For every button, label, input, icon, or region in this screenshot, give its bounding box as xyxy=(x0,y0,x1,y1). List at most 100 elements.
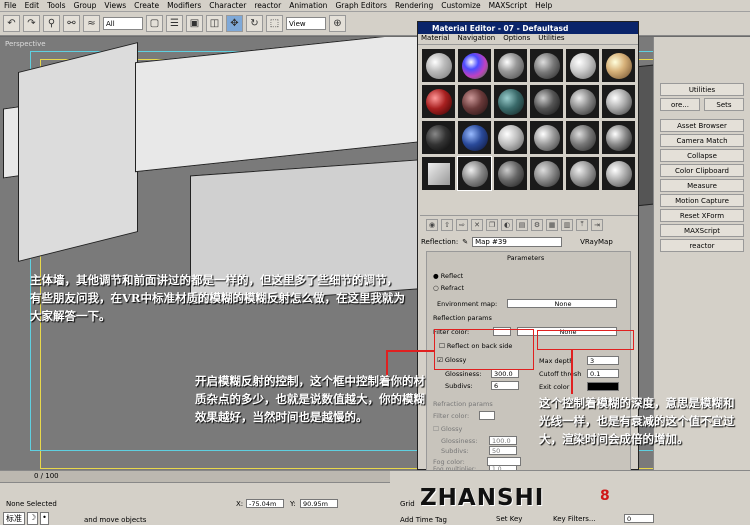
undo-icon[interactable]: ↶ xyxy=(3,15,20,32)
select-scale-icon[interactable]: ⬚ xyxy=(266,15,283,32)
menu-tools[interactable]: Tools xyxy=(43,1,69,10)
redo-icon[interactable]: ↷ xyxy=(23,15,40,32)
menu-file[interactable]: File xyxy=(0,1,21,10)
sample-slot[interactable] xyxy=(494,85,527,118)
sample-slot[interactable] xyxy=(422,85,455,118)
x-coord-field[interactable]: -75.04m xyxy=(246,499,284,508)
show-end-result-icon[interactable]: ▥ xyxy=(561,218,573,231)
pivot-icon[interactable]: ⊕ xyxy=(329,15,346,32)
link-icon[interactable]: ⚲ xyxy=(43,15,60,32)
add-time-tag[interactable]: Add Time Tag xyxy=(400,516,447,524)
reference-coord-dropdown[interactable]: View xyxy=(286,17,326,30)
map-name-field[interactable]: Map #39 xyxy=(472,237,563,247)
subdivs2-input[interactable]: 50 xyxy=(489,446,517,455)
refract-radio[interactable]: ○ Refract xyxy=(433,284,464,292)
glossiness-input[interactable]: 300.0 xyxy=(491,369,519,378)
bind-space-warp-icon[interactable]: ≈ xyxy=(83,15,100,32)
subdivs-input[interactable]: 6 xyxy=(491,381,519,390)
sample-slot[interactable] xyxy=(494,49,527,82)
menu-customize[interactable]: Customize xyxy=(437,1,484,10)
max-depth-input[interactable]: 3 xyxy=(587,356,619,365)
go-forward-sibling-icon[interactable]: ⇥ xyxy=(591,218,603,231)
sample-slot[interactable] xyxy=(602,49,635,82)
sample-slot[interactable] xyxy=(530,85,563,118)
reset-map-icon[interactable]: ✕ xyxy=(471,218,483,231)
key-filters-button[interactable]: Key Filters... xyxy=(553,515,596,523)
menu-edit[interactable]: Edit xyxy=(21,1,44,10)
rect-selection-icon[interactable]: ▣ xyxy=(186,15,203,32)
current-frame-field[interactable]: 0 xyxy=(624,514,654,523)
select-by-name-icon[interactable]: ☰ xyxy=(166,15,183,32)
rollout-title[interactable]: Parameters xyxy=(507,254,544,262)
set-key-button[interactable]: Set Key xyxy=(496,515,522,523)
env-map-button[interactable]: None xyxy=(507,299,617,308)
material-editor-title[interactable]: Material Editor - 07 - Default asd xyxy=(418,22,638,34)
sample-slot[interactable] xyxy=(530,49,563,82)
me-menu-material[interactable]: Material xyxy=(421,34,449,44)
menu-help[interactable]: Help xyxy=(531,1,556,10)
reflect-radio[interactable]: ● Reflect xyxy=(433,272,463,280)
sample-slot[interactable] xyxy=(602,157,635,190)
sample-slot[interactable] xyxy=(422,121,455,154)
menu-group[interactable]: Group xyxy=(70,1,101,10)
utilities-tab[interactable]: Utilities xyxy=(660,83,744,96)
map-type-button[interactable]: VRayMap xyxy=(580,238,613,246)
cutoff-input[interactable]: 0.1 xyxy=(587,369,619,378)
sample-slot[interactable] xyxy=(566,157,599,190)
sample-slot[interactable] xyxy=(458,85,491,118)
select-rotate-icon[interactable]: ↻ xyxy=(246,15,263,32)
select-object-icon[interactable]: ▢ xyxy=(146,15,163,32)
camera-match-button[interactable]: Camera Match xyxy=(660,134,744,147)
filter-color2-swatch[interactable] xyxy=(479,411,495,420)
collapse-button[interactable]: Collapse xyxy=(660,149,744,162)
window-crossing-icon[interactable]: ◫ xyxy=(206,15,223,32)
measure-button[interactable]: Measure xyxy=(660,179,744,192)
make-unique-icon[interactable]: ◐ xyxy=(501,218,513,231)
unlink-icon[interactable]: ⚯ xyxy=(63,15,80,32)
sample-slot[interactable] xyxy=(566,49,599,82)
make-copy-icon[interactable]: ❐ xyxy=(486,218,498,231)
eyedropper-icon[interactable]: ✎ xyxy=(462,238,468,246)
menu-animation[interactable]: Animation xyxy=(285,1,331,10)
sample-slot[interactable] xyxy=(457,156,492,191)
menu-character[interactable]: Character xyxy=(205,1,250,10)
sets-button[interactable]: Sets xyxy=(704,98,744,111)
show-map-icon[interactable]: ▦ xyxy=(546,218,558,231)
menu-rendering[interactable]: Rendering xyxy=(391,1,437,10)
sample-slot[interactable] xyxy=(602,85,635,118)
asset-browser-button[interactable]: Asset Browser xyxy=(660,119,744,132)
sample-slot[interactable] xyxy=(494,121,527,154)
y-coord-field[interactable]: 90.95m xyxy=(300,499,338,508)
ime-indicator[interactable]: 标准 ☽ • xyxy=(3,512,49,525)
sample-slot[interactable] xyxy=(458,49,491,82)
put-to-library-icon[interactable]: ▤ xyxy=(516,218,528,231)
sample-slot[interactable] xyxy=(566,85,599,118)
sample-slot[interactable] xyxy=(530,121,563,154)
motion-capture-button[interactable]: Motion Capture xyxy=(660,194,744,207)
me-menu-utilities[interactable]: Utilities xyxy=(538,34,564,44)
reset-xform-button[interactable]: Reset XForm xyxy=(660,209,744,222)
menu-graph-editors[interactable]: Graph Editors xyxy=(331,1,391,10)
color-clipboard-button[interactable]: Color Clipboard xyxy=(660,164,744,177)
menu-views[interactable]: Views xyxy=(100,1,130,10)
glossiness2-input[interactable]: 100.0 xyxy=(489,436,517,445)
viewport-label[interactable]: Perspective xyxy=(5,40,46,48)
menu-reactor[interactable]: reactor xyxy=(250,1,285,10)
put-to-scene-icon[interactable]: ⇧ xyxy=(441,218,453,231)
menu-create[interactable]: Create xyxy=(130,1,163,10)
menu-maxscript[interactable]: MAXScript xyxy=(485,1,532,10)
menu-modifiers[interactable]: Modifiers xyxy=(163,1,205,10)
get-material-icon[interactable]: ◉ xyxy=(426,218,438,231)
sample-slot[interactable] xyxy=(422,157,455,190)
sample-slot[interactable] xyxy=(422,49,455,82)
sample-slot[interactable] xyxy=(530,157,563,190)
more-button[interactable]: ore... xyxy=(660,98,700,111)
select-move-icon[interactable]: ✥ xyxy=(226,15,243,32)
material-effects-icon[interactable]: ⚙ xyxy=(531,218,543,231)
me-menu-navigation[interactable]: Navigation xyxy=(457,34,495,44)
exit-color-swatch[interactable] xyxy=(587,382,619,391)
selection-filter-dropdown[interactable]: All xyxy=(103,17,143,30)
maxscript-button[interactable]: MAXScript xyxy=(660,224,744,237)
reactor-button[interactable]: reactor xyxy=(660,239,744,252)
me-menu-options[interactable]: Options xyxy=(503,34,530,44)
